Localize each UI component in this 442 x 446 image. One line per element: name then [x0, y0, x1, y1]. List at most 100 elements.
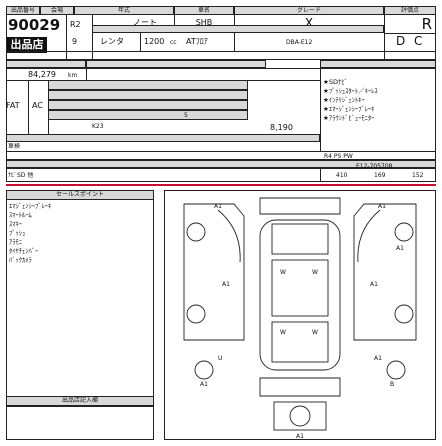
damage-mark: A1 [222, 281, 230, 288]
size-length: 410 [336, 172, 348, 179]
mileage-header [6, 60, 86, 68]
year-label: 年式 [74, 6, 174, 15]
serial: E12-705708 [356, 163, 393, 170]
side-window [217, 209, 241, 263]
maker-label: 車名 [174, 6, 234, 15]
note-line: ｽﾏｰﾄﾙｰﾑ [9, 211, 32, 219]
sub-b: レンタ [100, 37, 124, 46]
option-item: ★ｲﾝﾃﾘｼﾞｪﾝﾄｷｰ [323, 96, 365, 104]
fat-flag: FAT [6, 101, 20, 110]
divider [140, 33, 141, 51]
damage-mark: U [218, 355, 222, 362]
wheel-icon [194, 360, 214, 380]
code-c: C [414, 34, 423, 48]
divider [86, 68, 87, 80]
front-bumper [259, 197, 341, 215]
auction-sheet: 出品番号 会場 年式 車名 グレード 評価点 90029 R2 ノート SHB … [0, 0, 442, 446]
size-height: 152 [412, 172, 424, 179]
wheel-icon [186, 222, 206, 242]
divider [92, 15, 93, 60]
divider [174, 15, 175, 25]
notes-lines: ｴﾏｼﾞｪﾝｼｰﾌﾞﾚｰｷ ｽﾏｰﾄﾙｰﾑ ｽﾏｷｰ ﾌﾟｯｼｭ ｱﾗﾓﾆ ﾀｲ… [9, 202, 151, 265]
equip-header [86, 60, 266, 68]
score: R [421, 16, 432, 33]
damage-mark: A1 [374, 355, 382, 362]
sub-a: 9 [72, 37, 78, 46]
side-view-right [353, 203, 417, 341]
options-header [320, 60, 436, 68]
note-line: ﾌﾟｯｼｭ [9, 229, 26, 237]
note-line: ｽﾏｷｰ [9, 220, 22, 228]
damage-mark: A1 [370, 281, 378, 288]
wheel-icon [186, 304, 206, 324]
damage-mark: A1 [200, 381, 208, 388]
shift-type: K23 [92, 123, 104, 130]
inspection-label: 車検 [8, 143, 21, 150]
options-list: ★SDﾅﾋﾞ ★ﾌﾟｯｼｭｽﾀｰﾄ／ｷｰﾚｽ ★ｲﾝﾃﾘｼﾞｪﾝﾄｷｰ ★ｴﾏｰ… [323, 78, 435, 123]
note-line: ｱﾗﾓﾆ [9, 238, 22, 246]
notes-footer-box [6, 406, 154, 440]
rear-bumper [259, 377, 341, 397]
divider [66, 15, 67, 60]
damage-mark: A1 [378, 203, 386, 210]
note-line: ﾀｲﾔﾁｪﾝﾊﾞｰ [9, 247, 39, 255]
damage-mark: A1 [296, 433, 304, 440]
displacement-unit: cc [170, 39, 177, 46]
wheel-icon [394, 222, 414, 242]
transmission: ATﾌﾛｱ [186, 37, 208, 46]
score-label: 評価点 [384, 6, 436, 15]
hood-panel [271, 223, 329, 255]
left-detail: ﾅﾋﾞSD 他 [8, 172, 34, 179]
notes-title: セールスポイント [6, 190, 154, 200]
mileage-unit: km [68, 72, 78, 79]
damage-mark: W [280, 329, 286, 336]
model-label: グレード [234, 6, 384, 15]
model-code: DBA-E12 [286, 39, 313, 46]
damage-mark: A1 [214, 203, 222, 210]
option-item: ★ｱﾗｳﾝﾄﾞﾋﾞｭｰﾓﾆﾀｰ [323, 114, 375, 122]
ac-flag: AC [32, 101, 43, 110]
equip-row-4 [48, 110, 248, 120]
damage-mark: W [312, 329, 318, 336]
damage-mark: W [280, 269, 286, 276]
damage-mark: A1 [396, 245, 404, 252]
side-view-left [183, 203, 245, 341]
wheel-icon [386, 360, 406, 380]
option-item: ★SDﾅﾋﾞ [323, 78, 348, 86]
divider [384, 15, 385, 60]
lot-label: 出品番号 [6, 6, 40, 15]
option-item: ★ﾌﾟｯｼｭｽﾀｰﾄ／ｷｰﾚｽ [323, 87, 378, 95]
notes-footer: 出品店記入欄 [6, 396, 154, 406]
damage-mark: W [312, 269, 318, 276]
red-rule [6, 184, 436, 186]
equip-row-1 [48, 80, 248, 90]
side-window [357, 209, 381, 263]
inspection-header [6, 134, 320, 142]
divider [384, 33, 436, 34]
venue-label: 会場 [40, 6, 74, 15]
wheel-icon [394, 304, 414, 324]
divider [234, 33, 235, 51]
spare-wheel-icon [289, 405, 311, 427]
equip-row-3 [48, 100, 248, 110]
drive-type: D [396, 34, 406, 48]
trunk-panel [271, 321, 329, 363]
note-line: ｴﾏｼﾞｪﾝｼｰﾌﾞﾚｰｷ [9, 202, 52, 210]
equip-row-2 [48, 90, 248, 100]
divider [320, 168, 321, 182]
year-value: R2 [70, 20, 81, 29]
divider [6, 51, 436, 52]
option-item: ★ｴﾏｰｼﾞｪﾝｼｰﾌﾞﾚｰｷ [323, 105, 375, 113]
divider [6, 151, 436, 152]
damage-diagram: A1 A1 W W A1 A1 W A1 U A1 A1 B W A1 [183, 197, 417, 440]
reg-date: 8,190 [270, 123, 293, 132]
doors: 5 [184, 112, 188, 119]
sub-header [92, 25, 384, 33]
lot-number: 90029 [8, 17, 61, 34]
size-width: 169 [374, 172, 386, 179]
mileage-value: 84,279 [28, 70, 56, 79]
divider [320, 68, 321, 151]
note-line: ﾊﾞｯｸｶﾒﾗ [9, 256, 32, 264]
damage-mark: B [390, 381, 394, 388]
displacement: 1200 [144, 37, 165, 46]
